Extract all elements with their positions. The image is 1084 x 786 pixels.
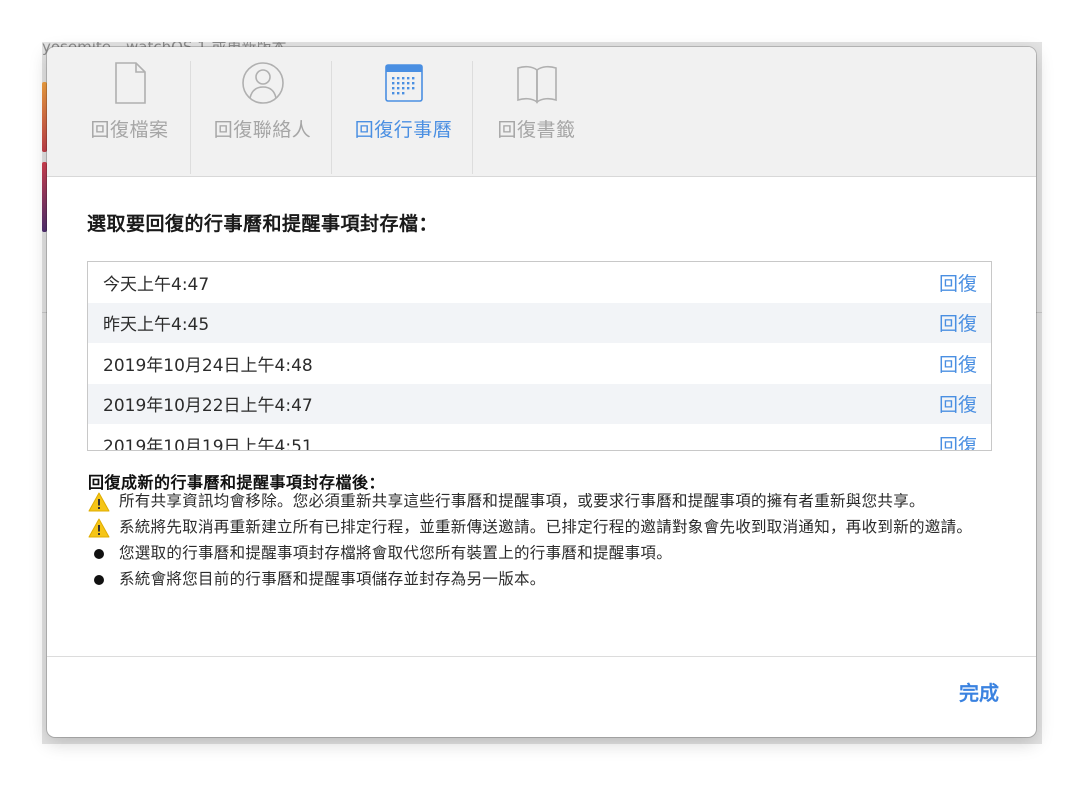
restore-dialog: 回復檔案 回復聯絡人 回復行事曆 回復書籤 選取要回復的行事曆和提醒事項封存檔：… (47, 47, 1036, 737)
document-icon (114, 62, 146, 104)
notes-list: 所有共享資訊均會移除。您必須重新共享這些行事曆和提醒事項，或要求行事曆和提醒事項… (88, 491, 988, 595)
tab-divider (331, 61, 332, 174)
note-text: 您選取的行事曆和提醒事項封存檔將會取代您所有裝置上的行事曆和提醒事項。 (119, 544, 673, 562)
done-button[interactable]: 完成 (959, 677, 999, 706)
list-item: 2019年10月19日上午4:51 回復 (88, 424, 991, 451)
notes-heading: 回復成新的行事曆和提醒事項封存檔後： (88, 473, 386, 492)
tab-restore-contacts[interactable]: 回復聯絡人 (210, 61, 315, 177)
archive-date: 2019年10月19日上午4:51 (103, 436, 313, 451)
restore-link[interactable]: 回復 (939, 390, 977, 417)
list-item: 今天上午4:47 回復 (88, 262, 991, 303)
warning-icon (88, 492, 110, 512)
archive-list[interactable]: 今天上午4:47 回復 昨天上午4:45 回復 2019年10月24日上午4:4… (87, 261, 992, 451)
list-item: 系統將先取消再重新建立所有已排定行程，並重新傳送邀請。已排定行程的邀請對象會先收… (88, 517, 988, 539)
contacts-icon (241, 62, 284, 104)
calendar-icon (384, 64, 423, 102)
list-item: 所有共享資訊均會移除。您必須重新共享這些行事曆和提醒事項，或要求行事曆和提醒事項… (88, 491, 988, 513)
tab-divider (472, 61, 473, 174)
bullet-icon (94, 549, 104, 559)
tab-label: 回復檔案 (90, 119, 169, 141)
list-item: 昨天上午4:45 回復 (88, 302, 991, 343)
archive-date: 2019年10月24日上午4:48 (103, 355, 313, 376)
restore-link[interactable]: 回復 (939, 350, 977, 377)
archive-date: 今天上午4:47 (103, 274, 210, 295)
restore-link[interactable]: 回復 (939, 269, 977, 296)
tab-label: 回復聯絡人 (213, 119, 312, 141)
tab-divider (190, 61, 191, 174)
tab-restore-bookmarks[interactable]: 回復書籤 (494, 61, 579, 177)
list-item: 2019年10月22日上午4:47 回復 (88, 383, 991, 424)
restore-link[interactable]: 回復 (939, 309, 977, 336)
list-item: 您選取的行事曆和提醒事項封存檔將會取代您所有裝置上的行事曆和提醒事項。 (88, 543, 988, 565)
bullet-icon (94, 575, 104, 585)
list-item: 系統會將您目前的行事曆和提醒事項儲存並封存為另一版本。 (88, 569, 988, 591)
restore-link[interactable]: 回復 (939, 431, 977, 450)
footer-divider (47, 656, 1036, 657)
note-text: 所有共享資訊均會移除。您必須重新共享這些行事曆和提醒事項，或要求行事曆和提醒事項… (119, 492, 925, 510)
warning-icon (88, 518, 110, 538)
note-text: 系統將先取消再重新建立所有已排定行程，並重新傳送邀請。已排定行程的邀請對象會先收… (119, 518, 973, 536)
tab-restore-calendars[interactable]: 回復行事曆 (351, 61, 456, 177)
page-title: 選取要回復的行事曆和提醒事項封存檔： (87, 213, 439, 235)
note-text: 系統會將您目前的行事曆和提醒事項儲存並封存為另一版本。 (119, 570, 546, 588)
bookmarks-icon (516, 65, 557, 104)
tab-bar: 回復檔案 回復聯絡人 回復行事曆 回復書籤 (47, 47, 1036, 177)
archive-date: 2019年10月22日上午4:47 (103, 396, 313, 417)
tab-label: 回復書籤 (497, 119, 576, 141)
archive-date: 昨天上午4:45 (103, 315, 210, 336)
tab-restore-files[interactable]: 回復檔案 (87, 61, 172, 177)
tab-label: 回復行事曆 (354, 119, 453, 141)
list-item: 2019年10月24日上午4:48 回復 (88, 343, 991, 384)
